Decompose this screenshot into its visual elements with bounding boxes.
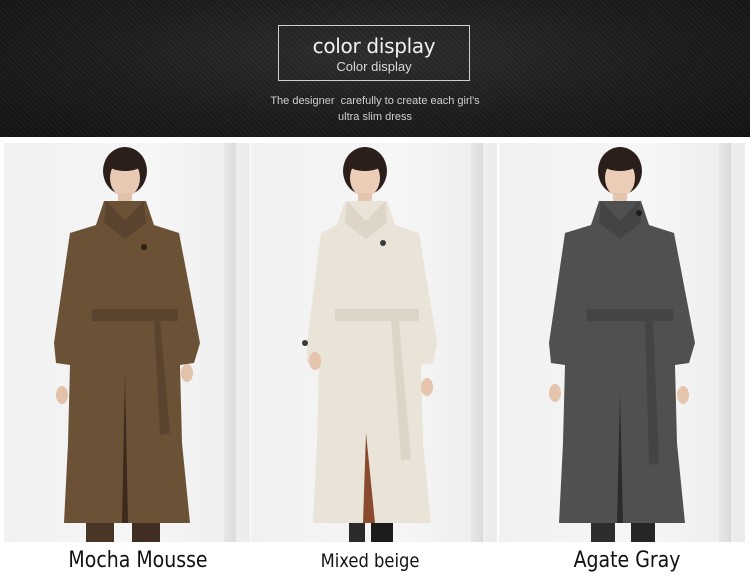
product-photo-beige[interactable] — [251, 143, 497, 542]
page-title: color display — [312, 34, 436, 58]
title-box: color display Color display — [278, 25, 470, 81]
coat-figure-mocha — [54, 147, 200, 542]
color-label-beige: Mixed beige — [320, 550, 420, 572]
tagline-line-2: ultra slim dress — [338, 111, 412, 123]
product-photo-gray[interactable] — [499, 143, 745, 542]
header-banner: color display Color display The designer… — [0, 0, 750, 137]
color-label-gray: Agate Gray — [573, 548, 681, 573]
tagline-line-1: The designer carefully to create each gi… — [270, 95, 480, 107]
tagline: The designer carefully to create each gi… — [200, 93, 550, 125]
page-subtitle: Color display — [336, 59, 412, 74]
coat-figure-gray — [549, 147, 695, 542]
color-label-mocha: Mocha Mousse — [68, 548, 208, 573]
product-photo-mocha[interactable] — [4, 143, 250, 542]
coat-figure-beige — [302, 147, 437, 542]
